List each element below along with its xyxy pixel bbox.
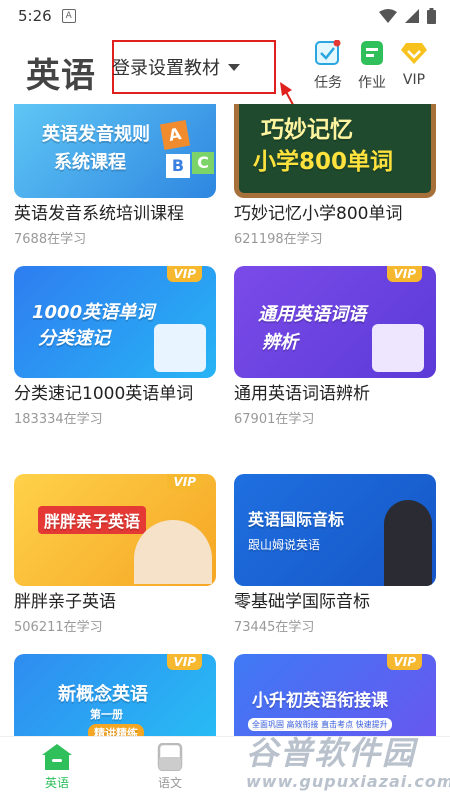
course-thumbnail: VIP 新概念英语 第一册 精讲精练	[14, 654, 216, 736]
signal-icon	[405, 9, 419, 23]
status-time: 5:26	[18, 7, 52, 25]
thumb-line: 跟山姆说英语	[248, 538, 321, 552]
thumb-line: 精讲精练	[88, 724, 144, 736]
thumb-line: 通用英语词语	[258, 304, 366, 325]
course-learners: 73445在学习	[234, 620, 315, 635]
nav-label: 语文	[157, 776, 182, 790]
thumb-line: 英语国际音标	[248, 510, 345, 529]
watermark: 谷普软件园 www.gupuxiazai.com	[246, 728, 450, 798]
page-title: 英语	[26, 56, 96, 96]
vip-diamond-icon	[401, 43, 427, 64]
course-title: 胖胖亲子英语	[14, 592, 116, 612]
course-card[interactable]: VIP 1000英语单词 分类速记 分类速记1000英语单词 183334在学习	[14, 266, 216, 427]
homework-label: 作业	[358, 75, 386, 91]
task-button[interactable]: 任务	[306, 40, 350, 100]
vip-badge: VIP	[167, 474, 202, 490]
thumb-line: 小升初英语衔接课	[252, 691, 388, 711]
course-card[interactable]: VIP 通用英语词语 辨析 通用英语词语辨析 67901在学习	[234, 266, 436, 427]
nav-label: 英语	[44, 776, 69, 790]
abc-blocks-icon: A	[159, 119, 191, 151]
textbook-selector-label: 登录设置教材	[112, 58, 220, 79]
course-thumbnail: VIP 小升初英语衔接课 全面巩固 高效衔接 直击考点 快速提升	[234, 654, 436, 736]
book-icon	[157, 743, 183, 771]
thumb-line: 系统课程	[54, 152, 126, 173]
battery-icon	[427, 8, 436, 24]
thumb-line: 分类速记	[38, 328, 110, 349]
course-title: 分类速记1000英语单词	[14, 384, 194, 404]
course-thumbnail: 英语国际音标 跟山姆说英语	[234, 474, 436, 586]
thumb-line: 小学800单词	[253, 149, 394, 175]
course-card[interactable]: 巧妙记忆 小学800单词 巧妙记忆小学800单词 621198在学习	[234, 104, 436, 247]
course-card[interactable]: VIP 新概念英语 第一册 精讲精练	[14, 654, 216, 736]
course-thumbnail: 英语发音规则 系统课程 A B C	[14, 104, 216, 198]
student-reading-icon	[154, 324, 206, 372]
course-learners: 621198在学习	[234, 232, 323, 247]
course-title: 通用英语词语辨析	[234, 384, 370, 404]
vip-button[interactable]: VIP	[392, 40, 436, 100]
course-thumbnail: 巧妙记忆 小学800单词	[234, 104, 436, 198]
status-bar: 5:26 A	[0, 0, 450, 32]
watermark-main: 谷普软件园	[246, 734, 417, 772]
course-thumbnail: VIP 1000英语单词 分类速记	[14, 266, 216, 378]
textbook-selector[interactable]: 登录设置教材	[112, 40, 276, 94]
course-learners: 67901在学习	[234, 412, 315, 427]
parent-child-photo	[134, 520, 212, 584]
vip-label: VIP	[402, 72, 426, 88]
thumb-line: 胖胖亲子英语	[38, 506, 147, 534]
course-card[interactable]: 英语发音规则 系统课程 A B C 英语发音系统培训课程 7688在学习	[14, 104, 216, 247]
course-learners: 506211在学习	[14, 620, 103, 635]
student-reading-icon	[372, 324, 424, 372]
course-learners: 183334在学习	[14, 412, 103, 427]
course-title: 零基础学国际音标	[234, 592, 370, 612]
vip-badge: VIP	[387, 654, 422, 670]
course-learners: 7688在学习	[14, 232, 87, 247]
task-check-icon	[315, 40, 341, 65]
homework-icon	[361, 41, 383, 65]
thumb-line: 新概念英语	[58, 684, 148, 705]
wifi-icon	[379, 9, 397, 23]
homework-button[interactable]: 作业	[350, 40, 394, 100]
nav-item-english[interactable]: 英语	[27, 743, 87, 791]
nav-item-chinese[interactable]: 语文	[140, 743, 200, 791]
course-thumbnail: VIP 胖胖亲子英语	[14, 474, 216, 586]
a-notification-icon: A	[61, 9, 76, 23]
vip-badge: VIP	[167, 654, 202, 670]
course-title: 英语发音系统培训课程	[14, 204, 184, 224]
vip-badge: VIP	[167, 266, 202, 282]
course-thumbnail: VIP 通用英语词语 辨析	[234, 266, 436, 378]
chevron-down-icon	[228, 63, 240, 71]
course-card[interactable]: VIP 小升初英语衔接课 全面巩固 高效衔接 直击考点 快速提升	[234, 654, 436, 736]
watermark-sub: www.gupuxiazai.com	[246, 772, 450, 791]
header: 英语 登录设置教材 任务 作业 VIP	[0, 32, 450, 141]
course-grid: 英语发音规则 系统课程 A B C 英语发音系统培训课程 7688在学习 巧妙记…	[0, 104, 450, 736]
vip-badge: VIP	[387, 266, 422, 282]
course-card[interactable]: 英语国际音标 跟山姆说英语 零基础学国际音标 73445在学习	[234, 474, 436, 635]
thumb-line: 1000英语单词	[32, 302, 155, 323]
course-card[interactable]: VIP 胖胖亲子英语 胖胖亲子英语 506211在学习	[14, 474, 216, 635]
teacher-photo	[384, 500, 432, 586]
abc-block-c: C	[192, 152, 214, 174]
thumb-line: 英语发音规则	[42, 124, 150, 145]
thumb-line: 第一册	[90, 708, 123, 721]
task-label: 任务	[314, 75, 342, 91]
abc-block-b: B	[166, 154, 190, 178]
course-title: 巧妙记忆小学800单词	[234, 204, 403, 224]
thumb-line: 巧妙记忆	[261, 117, 353, 143]
thumb-line: 辨析	[262, 332, 298, 353]
home-icon	[42, 744, 72, 770]
